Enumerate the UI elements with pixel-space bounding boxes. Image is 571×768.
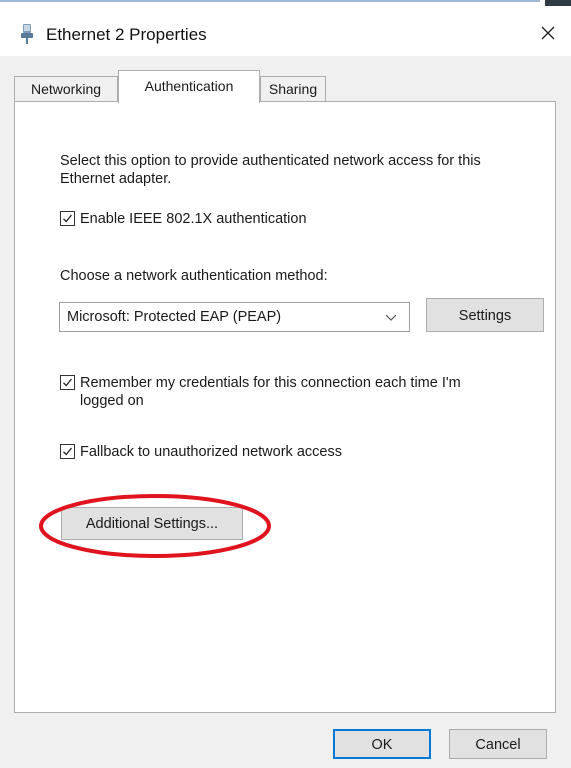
fallback-label[interactable]: Fallback to unauthorized network access <box>80 443 342 461</box>
background-window-strip <box>0 0 571 10</box>
remember-credentials-label[interactable]: Remember my credentials for this connect… <box>80 374 480 410</box>
network-adapter-icon <box>21 24 33 44</box>
title-bar: Ethernet 2 Properties <box>0 10 571 56</box>
checkmark-icon <box>63 378 73 387</box>
tab-networking[interactable]: Networking <box>14 76 118 102</box>
background-accent-line <box>0 0 540 2</box>
fallback-row: Fallback to unauthorized network access <box>60 443 342 461</box>
auth-method-value: Microsoft: Protected EAP (PEAP) <box>67 309 282 325</box>
close-button[interactable] <box>525 10 571 56</box>
enable-8021x-row: Enable IEEE 802.1X authentication <box>60 210 307 228</box>
checkmark-icon <box>63 214 73 223</box>
close-icon <box>541 26 555 40</box>
window-title: Ethernet 2 Properties <box>46 25 207 44</box>
chevron-down-icon <box>385 314 397 321</box>
auth-method-label: Choose a network authentication method: <box>60 268 328 284</box>
remember-credentials-row: Remember my credentials for this connect… <box>60 374 480 410</box>
tab-sharing[interactable]: Sharing <box>260 76 326 102</box>
enable-8021x-checkbox[interactable] <box>60 211 75 226</box>
auth-method-select[interactable]: Microsoft: Protected EAP (PEAP) <box>59 302 410 332</box>
cancel-button[interactable]: Cancel <box>449 729 547 759</box>
additional-settings-button[interactable]: Additional Settings... <box>61 507 243 540</box>
enable-8021x-label[interactable]: Enable IEEE 802.1X authentication <box>80 210 307 228</box>
properties-dialog: Ethernet 2 Properties Networking Authent… <box>0 0 571 768</box>
ok-button[interactable]: OK <box>333 729 431 759</box>
settings-button[interactable]: Settings <box>426 298 544 332</box>
authentication-panel: Select this option to provide authentica… <box>14 101 556 713</box>
authentication-description: Select this option to provide authentica… <box>60 153 481 187</box>
fallback-checkbox[interactable] <box>60 444 75 459</box>
tab-authentication[interactable]: Authentication <box>118 70 260 103</box>
background-dark-block <box>545 0 571 6</box>
checkmark-icon <box>63 447 73 456</box>
remember-credentials-checkbox[interactable] <box>60 375 75 390</box>
